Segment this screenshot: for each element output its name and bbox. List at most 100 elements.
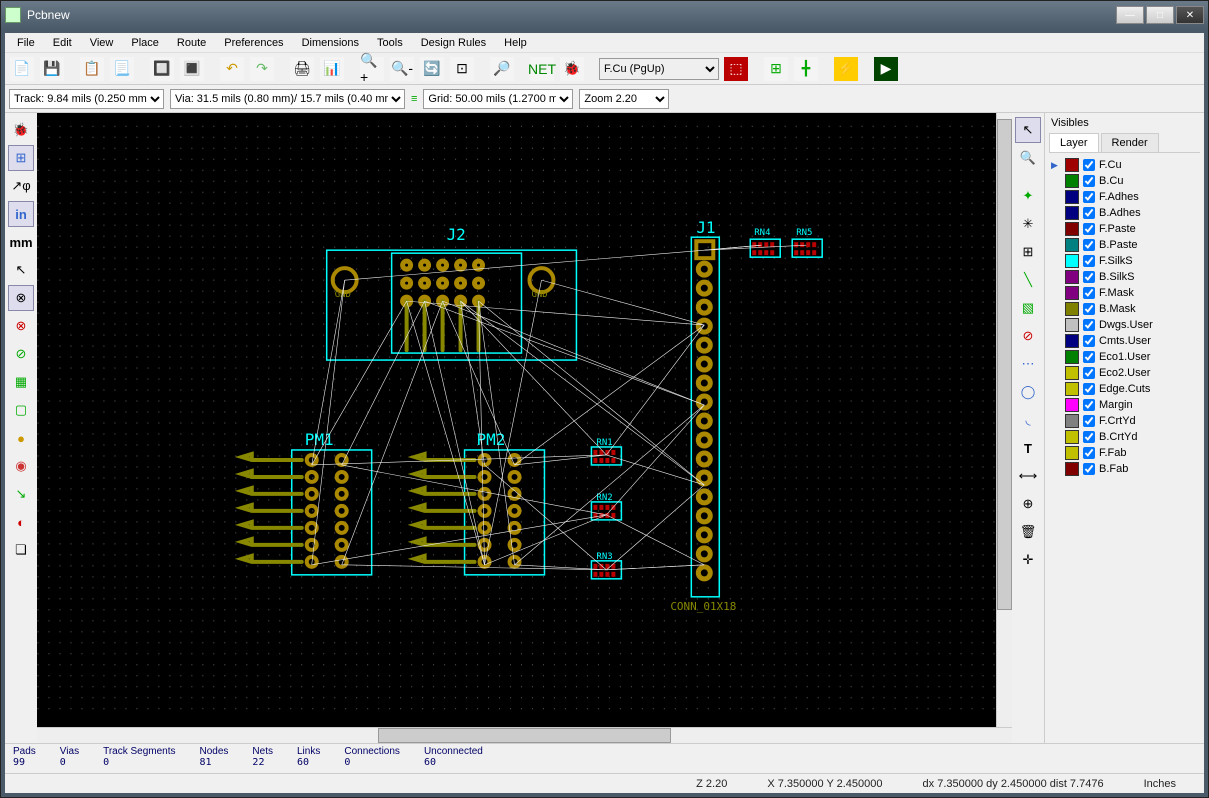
netlist-icon[interactable]: NET (529, 56, 555, 82)
add-module-icon[interactable]: ⊞ (1015, 239, 1041, 265)
local-ratsnest-icon[interactable]: ✳ (1015, 211, 1041, 237)
menu-edit[interactable]: Edit (45, 35, 80, 51)
layer-row-f-paste[interactable]: F.Paste (1049, 221, 1200, 237)
add-target-icon[interactable]: ⊕ (1015, 491, 1041, 517)
mode-track-icon[interactable]: ╋ (793, 56, 819, 82)
layer-row-f-crtyd[interactable]: F.CrtYd (1049, 413, 1200, 429)
layer-row-b-crtyd[interactable]: B.CrtYd (1049, 429, 1200, 445)
tab-layer[interactable]: Layer (1049, 133, 1099, 152)
horizontal-scrollbar[interactable] (37, 727, 1012, 743)
contrast-icon[interactable]: ◐ (8, 509, 34, 535)
pcb-canvas[interactable]: J2 GND GND (37, 113, 996, 727)
zoom-select[interactable]: Zoom 2.20 (579, 89, 669, 109)
layer-row-eco1-user[interactable]: Eco1.User (1049, 349, 1200, 365)
grid-toggle-icon[interactable]: ⊞ (8, 145, 34, 171)
menu-help[interactable]: Help (496, 35, 535, 51)
menu-preferences[interactable]: Preferences (216, 35, 291, 51)
module-editor-icon[interactable]: 🔲 (149, 56, 175, 82)
menu-place[interactable]: Place (123, 35, 167, 51)
zoom-out-icon[interactable]: 🔍- (389, 56, 415, 82)
tab-render[interactable]: Render (1101, 133, 1159, 152)
menu-file[interactable]: File (9, 35, 43, 51)
cursor-icon[interactable]: ↖ (1015, 117, 1041, 143)
layer-row-margin[interactable]: Margin (1049, 397, 1200, 413)
units-in-icon[interactable]: in (8, 201, 34, 227)
close-button[interactable]: ✕ (1176, 6, 1204, 24)
layer-row-eco2-user[interactable]: Eco2.User (1049, 365, 1200, 381)
layer-row-b-fab[interactable]: B.Fab (1049, 461, 1200, 477)
add-track-icon[interactable]: ╲ (1015, 267, 1041, 293)
drc-off-icon[interactable]: 🐞 (8, 117, 34, 143)
menu-tools[interactable]: Tools (369, 35, 411, 51)
layer-row-b-adhes[interactable]: B.Adhes (1049, 205, 1200, 221)
add-dimension-icon[interactable]: ⟷ (1015, 463, 1041, 489)
mode-default-icon[interactable]: ⊞ (763, 56, 789, 82)
menu-dimensions[interactable]: Dimensions (294, 35, 367, 51)
add-circle-icon[interactable]: ◯ (1015, 379, 1041, 405)
layer-row-f-fab[interactable]: F.Fab (1049, 445, 1200, 461)
layer-select[interactable]: F.Cu (PgUp) (599, 58, 719, 80)
save-icon[interactable]: 💾 (39, 56, 65, 82)
show-zones-icon[interactable]: ▦ (8, 369, 34, 395)
layer-row-b-mask[interactable]: B.Mask (1049, 301, 1200, 317)
layer-row-f-cu[interactable]: ▶ F.Cu (1049, 157, 1200, 173)
grid-select[interactable]: Grid: 50.00 mils (1.2700 mm) (423, 89, 573, 109)
pad-fill-icon[interactable]: ● (8, 425, 34, 451)
layer-row-cmts-user[interactable]: Cmts.User (1049, 333, 1200, 349)
add-zone-icon[interactable]: ▧ (1015, 295, 1041, 321)
menu-design-rules[interactable]: Design Rules (413, 35, 494, 51)
zoom-fit-icon[interactable]: ⊡ (449, 56, 475, 82)
vertical-scrollbar[interactable] (996, 113, 1012, 727)
layer-row-dwgs-user[interactable]: Dwgs.User (1049, 317, 1200, 333)
layers-icon[interactable]: ❏ (8, 537, 34, 563)
cursor-shape-icon[interactable]: ↖ (8, 257, 34, 283)
autoroute-icon[interactable]: ⚡ (833, 56, 859, 82)
ratsnest-module-icon[interactable]: ⊗ (8, 313, 34, 339)
via-fill-icon[interactable]: ◉ (8, 453, 34, 479)
minimize-button[interactable]: — (1116, 6, 1144, 24)
drc-icon[interactable]: 🐞 (559, 56, 585, 82)
sheet-icon[interactable]: 📃 (109, 56, 135, 82)
menu-view[interactable]: View (82, 35, 122, 51)
add-line-icon[interactable]: ⋯ (1015, 351, 1041, 377)
delete-icon[interactable]: 🗑 (1015, 519, 1041, 545)
zoom-tool-icon[interactable]: 🔍 (1015, 145, 1041, 171)
track-width-select[interactable]: Track: 9.84 mils (0.250 mm) * (9, 89, 164, 109)
add-keepout-icon[interactable]: ⊘ (1015, 323, 1041, 349)
polar-icon[interactable]: ↗φ (8, 173, 34, 199)
menu-route[interactable]: Route (169, 35, 214, 51)
undo-icon[interactable]: ↶ (219, 56, 245, 82)
track-fill-icon[interactable]: ↘ (8, 481, 34, 507)
zoom-refresh-icon[interactable]: 🔄 (419, 56, 445, 82)
print-icon[interactable]: 🖨 (289, 56, 315, 82)
layer-pair-icon[interactable]: ⬚ (723, 56, 749, 82)
layer-row-b-cu[interactable]: B.Cu (1049, 173, 1200, 189)
add-arc-icon[interactable]: ◟ (1015, 407, 1041, 433)
show-zones-outline-icon[interactable]: ▢ (8, 397, 34, 423)
plot-icon[interactable]: 📊 (319, 56, 345, 82)
layer-row-f-mask[interactable]: F.Mask (1049, 285, 1200, 301)
redo-icon[interactable]: ↷ (249, 56, 275, 82)
auto-delete-icon[interactable]: ⊘ (8, 341, 34, 367)
new-icon[interactable]: 📄 (9, 56, 35, 82)
units-mm-icon[interactable]: mm (8, 229, 34, 255)
origin-icon[interactable]: ✛ (1015, 547, 1041, 573)
page-settings-icon[interactable]: 📋 (79, 56, 105, 82)
titlebar[interactable]: Pcbnew — □ ✕ (1, 1, 1208, 29)
via-size-select[interactable]: Via: 31.5 mils (0.80 mm)/ 15.7 mils (0.4… (170, 89, 405, 109)
layer-row-b-silks[interactable]: B.SilkS (1049, 269, 1200, 285)
layer-row-f-adhes[interactable]: F.Adhes (1049, 189, 1200, 205)
auto-track-icon[interactable]: ≡ (411, 93, 417, 105)
script-icon[interactable]: ▶ (873, 56, 899, 82)
window-buttons: — □ ✕ (1116, 6, 1204, 24)
find-icon[interactable]: 🔎 (489, 56, 515, 82)
layer-row-edge-cuts[interactable]: Edge.Cuts (1049, 381, 1200, 397)
highlight-net-icon[interactable]: ✦ (1015, 183, 1041, 209)
layer-row-f-silks[interactable]: F.SilkS (1049, 253, 1200, 269)
zoom-in-icon[interactable]: 🔍+ (359, 56, 385, 82)
maximize-button[interactable]: □ (1146, 6, 1174, 24)
ratsnest-icon[interactable]: ⊗ (8, 285, 34, 311)
add-text-icon[interactable]: T (1015, 435, 1041, 461)
module-viewer-icon[interactable]: 🔳 (179, 56, 205, 82)
layer-row-b-paste[interactable]: B.Paste (1049, 237, 1200, 253)
